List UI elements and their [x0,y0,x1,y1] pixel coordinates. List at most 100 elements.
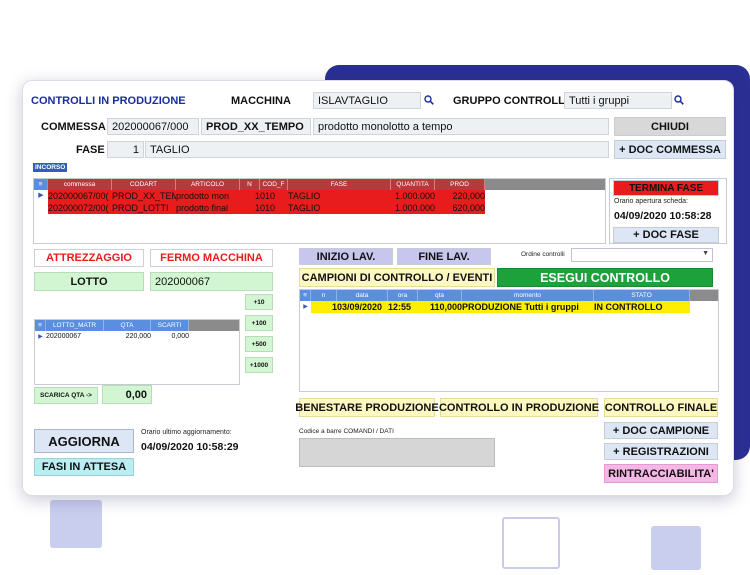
doc-commessa-button[interactable]: + DOC COMMESSA [614,140,726,159]
orario-aggiornamento-value: 04/09/2020 10:58:29 [141,441,239,453]
cell: 1 [240,202,260,214]
col-header: COD_F [260,179,288,190]
cell: 0,000 [171,333,189,340]
col-header: CODART [112,179,176,190]
orario-aggiornamento-label: Orario ultimo aggiornamento: [141,429,232,436]
commessa-field[interactable]: 202000067/000 [107,118,199,135]
col-header: FASE [288,179,391,190]
cell: 620,000 [435,202,485,214]
barcode-label: Codice a barre COMANDI / DATI [299,428,394,435]
ordine-controlli-select[interactable]: ▼ [571,248,713,262]
cell: PROD_XX_TEM [112,190,176,202]
cell: 202000067/00( [48,190,112,202]
chiudi-button[interactable]: CHIUDI [614,117,726,136]
fase-number-field: 1 [107,141,144,158]
menu-icon[interactable]: ≡ [34,179,48,190]
fasi-in-attesa-button[interactable]: FASI IN ATTESA [34,458,134,476]
col-header: PROD [435,179,485,190]
controllo-in-produzione-button[interactable]: CONTROLLO IN PRODUZIONE [439,398,599,417]
fase-field: TAGLIO [145,141,609,158]
row-pointer-icon: ▶ [303,304,308,310]
cell: 1.000.000 [391,202,435,214]
cell: 12:55 [388,301,418,313]
prod-desc-field: prodotto monolotto a tempo [313,118,609,135]
decorative-square [651,526,701,570]
cell: 202000067 [46,333,82,340]
lotti-grid-header: ≡ LOTTO_MATR QTA SCARTI [35,320,239,331]
orario-apertura-label: Orario apertura scheda: [614,198,688,205]
gruppo-controlli-label: GRUPPO CONTROLLI [453,95,568,107]
cell: TAGLIO [288,190,391,202]
fermo-macchina-button[interactable]: FERMO MACCHINA [150,249,273,267]
campioni-button[interactable]: CAMPIONI DI CONTROLLO / EVENTI [299,268,495,287]
inc-1000-button[interactable]: +1000 [245,357,273,373]
termina-fase-button[interactable]: TERMINA FASE [613,180,719,196]
doc-fase-button[interactable]: + DOC FASE [613,227,719,243]
decorative-square [50,500,102,548]
rintracciabilita-button[interactable]: RINTRACCIABILITA' [604,464,718,483]
table-row[interactable]: ▶ 202000067/00( PROD_XX_TEM prodotto mon… [34,190,605,202]
cell: IN CONTROLLO [594,301,690,313]
lotto-field[interactable]: 202000067 [150,272,273,291]
scarica-qta-field[interactable]: 0,00 [102,385,152,404]
doc-campione-button[interactable]: + DOC CAMPIONE [604,422,718,439]
col-header: momento [462,290,594,301]
table-row[interactable]: 202000072/00( PROD_LOTTI prodotto final … [34,202,605,214]
chevron-down-icon: ▼ [702,250,709,257]
aggiorna-button[interactable]: AGGIORNA [34,429,134,453]
incorso-tag: INCORSO [33,163,68,172]
page-title: CONTROLLI IN PRODUZIONE [31,95,186,107]
row-pointer-icon: ▶ [38,192,44,199]
cell: 220,000 [125,333,151,340]
col-header: commessa [48,179,112,190]
cell: PROD_LOTTI [112,202,176,214]
controlli-grid: ≡ n data ora qta momento STATO ▶ 1 03/09… [299,289,719,392]
col-header: N [240,179,260,190]
controllo-finale-button[interactable]: CONTROLLO FINALE [604,398,718,417]
macchina-field[interactable]: ISLAVTAGLIO [313,92,421,109]
fase-label: FASE [76,144,105,156]
search-icon[interactable] [424,95,434,105]
row-pointer-icon: ▶ [38,334,43,340]
col-header: ora [388,290,418,301]
lotto-label: LOTTO [34,272,144,291]
cell: 03/09/2020 [337,301,388,313]
cell: 010 [260,202,288,214]
table-row[interactable]: ▶ 202000067 220,000 0,000 [35,331,239,343]
col-header: ARTICOLO [176,179,240,190]
fasi-grid: ≡ commessa CODART ARTICOLO N COD_F FASE … [33,178,606,244]
row-spacer [34,202,48,214]
app-window: CONTROLLI IN PRODUZIONE MACCHINA ISLAVTA… [22,80,734,496]
search-icon[interactable] [674,95,684,105]
attrezzaggio-button[interactable]: ATTREZZAGGIO [34,249,144,267]
col-header: SCARTI [151,320,189,331]
col-header: STATO [594,290,690,301]
cell: PRODUZIONE Tutti i gruppi [462,301,594,313]
menu-icon[interactable]: ≡ [300,290,311,301]
cell: 1 [311,301,337,313]
col-header: data [337,290,388,301]
inizio-lav-button[interactable]: INIZIO LAV. [299,248,393,265]
inc-500-button[interactable]: +500 [245,336,273,352]
registrazioni-button[interactable]: + REGISTRAZIONI [604,443,718,460]
fasi-grid-header: ≡ commessa CODART ARTICOLO N COD_F FASE … [34,179,605,190]
fine-lav-button[interactable]: FINE LAV. [397,248,491,265]
cell: 010 [260,190,288,202]
esegui-controllo-button[interactable]: ESEGUI CONTROLLO [497,268,713,287]
col-header: QUANTITA [391,179,435,190]
header-filler [189,320,239,331]
menu-icon[interactable]: ≡ [35,320,46,331]
scarica-qta-button[interactable]: SCARICA QTA -> [34,387,98,404]
barcode-input[interactable] [299,438,495,467]
table-row[interactable]: ▶ 1 03/09/2020 12:55 110,000 PRODUZIONE … [300,301,718,313]
inc-10-button[interactable]: +10 [245,294,273,310]
col-header: QTA [104,320,151,331]
col-header: LOTTO_MATR [46,320,104,331]
gruppo-controlli-field[interactable]: Tutti i gruppi [564,92,672,109]
inc-100-button[interactable]: +100 [245,315,273,331]
ordine-controlli-label: Ordine controlli [521,251,565,258]
lotti-grid: ≡ LOTTO_MATR QTA SCARTI ▶ 202000067 220,… [34,319,240,385]
col-header: qta [418,290,462,301]
benestare-produzione-button[interactable]: BENESTARE PRODUZIONE [295,398,439,417]
col-header: n [311,290,337,301]
